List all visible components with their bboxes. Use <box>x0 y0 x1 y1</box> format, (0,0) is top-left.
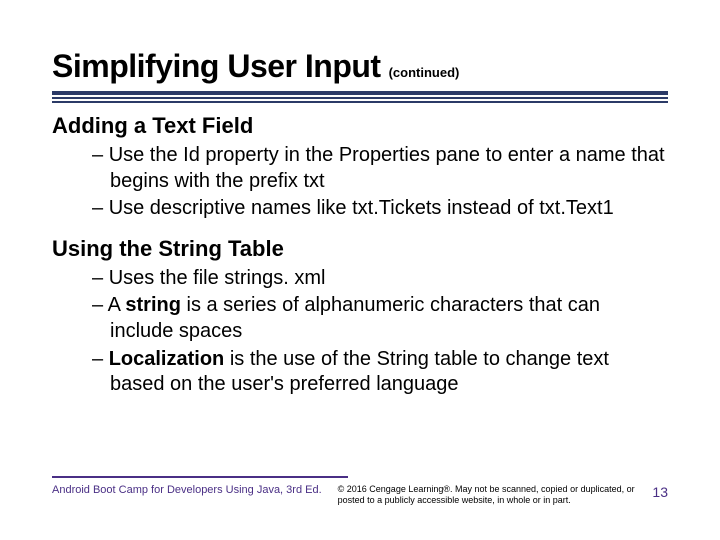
section-heading: Adding a Text Field <box>52 113 668 139</box>
footer-row: Android Boot Camp for Developers Using J… <box>52 484 668 506</box>
slide-footer: Android Boot Camp for Developers Using J… <box>52 476 668 506</box>
slide-title: Simplifying User Input <box>52 48 381 85</box>
list-item: Localization is the use of the String ta… <box>92 347 668 398</box>
list-item: A string is a series of alphanumeric cha… <box>92 293 668 344</box>
list-item: Use descriptive names like txt.Tickets i… <box>92 196 668 222</box>
footer-rule <box>52 476 348 478</box>
list-item: Uses the file strings. xml <box>92 266 668 292</box>
title-rule <box>52 91 668 99</box>
section-string-table: Using the String Table Uses the file str… <box>52 236 668 398</box>
section-adding-text-field: Adding a Text Field Use the Id property … <box>52 113 668 222</box>
footer-copyright: © 2016 Cengage Learning®. May not be sca… <box>334 484 641 506</box>
continued-label: (continued) <box>389 65 460 80</box>
bullet-list: Uses the file strings. xml A string is a… <box>52 266 668 398</box>
list-item: Use the Id property in the Properties pa… <box>92 143 668 194</box>
bullet-list: Use the Id property in the Properties pa… <box>52 143 668 222</box>
slide-title-row: Simplifying User Input (continued) <box>52 48 668 85</box>
footer-page-number: 13 <box>652 484 668 500</box>
footer-book-title: Android Boot Camp for Developers Using J… <box>52 484 322 496</box>
section-heading: Using the String Table <box>52 236 668 262</box>
